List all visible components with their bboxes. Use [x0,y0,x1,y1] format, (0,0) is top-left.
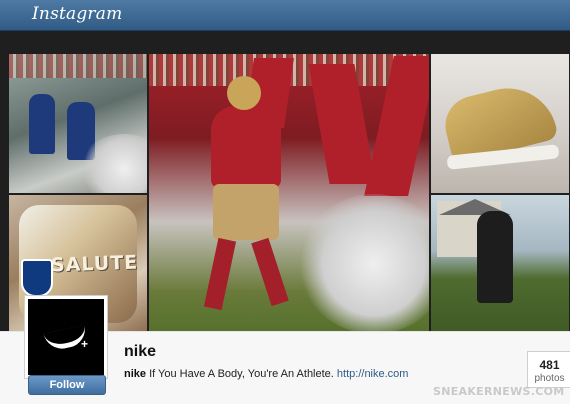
photo-tile-runner[interactable] [431,195,569,334]
player-helmet [227,76,261,110]
profile-avatar[interactable]: + [25,296,107,378]
instagram-logo[interactable]: Instagram [32,4,122,24]
nfl-badge-icon [21,259,53,297]
photo-tile-sneaker[interactable] [431,54,569,193]
photos-count: 481 [539,358,560,372]
salute-text: SALUTE [50,251,139,277]
player-jersey [211,106,281,188]
watermark-text: SNEAKERNEWS.COM [433,385,565,398]
photo-tile-49ers-player[interactable] [149,54,429,334]
plus-icon: + [81,337,89,351]
bio-link[interactable]: http://nike.com [337,368,409,380]
photos-count-box[interactable]: 481 photos [527,351,570,388]
follow-button[interactable]: Follow [28,375,106,395]
player-pants [213,184,279,240]
profile-username: nike [124,343,157,360]
profile-bio: nike If You Have A Body, You're An Athle… [124,368,408,380]
crowd-decor [9,54,147,78]
player-leg [251,237,289,307]
photo-tile-giants-players[interactable] [9,54,147,193]
nike-logo: + [28,299,104,375]
player-leg [203,237,237,311]
top-bar: Instagram [0,0,570,31]
runner-figure [477,211,513,303]
player-figure [29,94,55,154]
bio-text: If You Have A Body, You're An Athlete. [149,368,334,380]
bio-name: nike [124,368,147,380]
smoke-decor [299,194,429,334]
photos-label: photos [534,373,565,384]
